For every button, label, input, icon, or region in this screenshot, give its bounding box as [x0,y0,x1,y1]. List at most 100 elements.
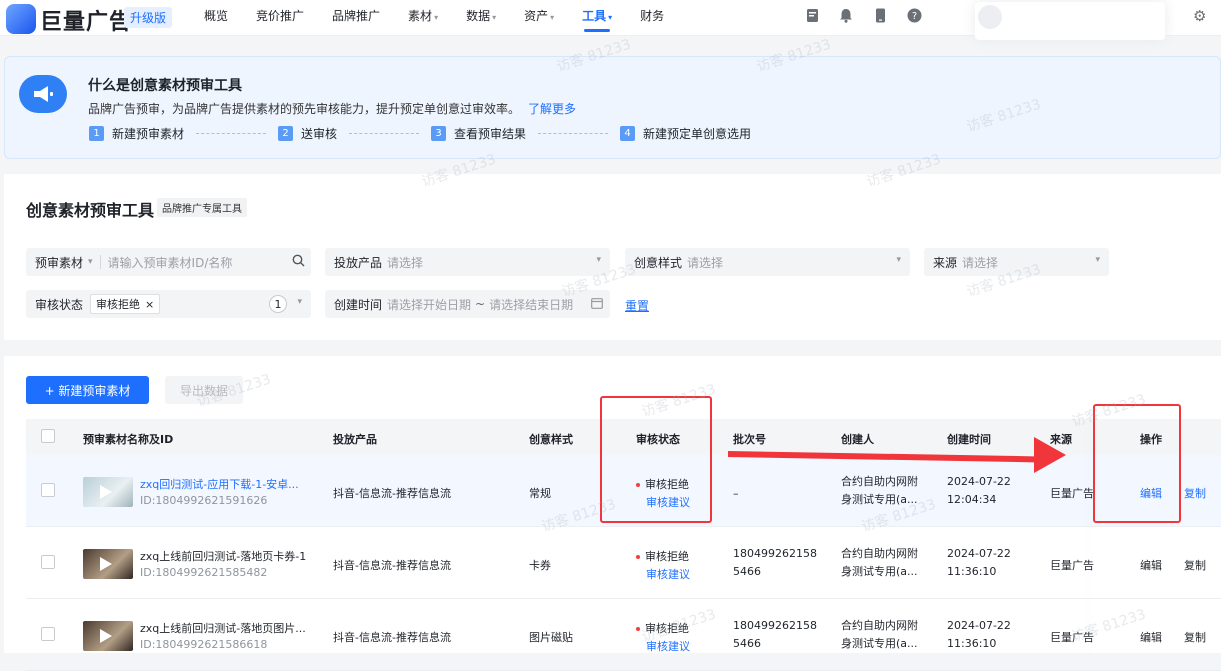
learn-more-link[interactable]: 了解更多 [528,102,576,116]
chevron-down-icon: ▾ [434,13,439,22]
created-time-cell: 2024-07-22 12:04:34 [947,473,1011,509]
banner-description: 品牌广告预审，为品牌广告提供素材的预先审核能力，提升预定单创意过审效率。 了解更多 [88,100,576,117]
copy-button[interactable]: 复制 [1184,485,1206,501]
select-all-checkbox[interactable] [41,429,55,443]
chevron-down-icon: ▾ [550,13,555,22]
search-type-select[interactable]: 预审素材 [35,254,83,271]
column-header: 创意样式 [529,433,573,446]
step-3: 3 查看预审结果 [431,125,526,142]
banner-desc-text: 品牌广告预审，为品牌广告提供素材的预先审核能力，提升预定单创意过审效率。 [88,102,521,116]
play-icon [100,557,112,571]
video-thumbnail[interactable] [83,477,133,507]
creator-cell: 合约自助内网附 身测试专用(a... [841,617,918,653]
style-cell: 常规 [529,487,551,500]
nav-bidding[interactable]: 竞价推广 [256,7,304,24]
copy-button[interactable]: 复制 [1184,629,1206,645]
status-chip[interactable]: 审核拒绝 × [90,294,161,314]
settings-gear-icon[interactable]: ⚙ [1193,7,1206,25]
material-name-link[interactable]: zxq回归测试-应用下载-1-安卓... [140,476,310,492]
export-button[interactable]: 导出数据 [165,376,243,404]
nav-overview[interactable]: 概览 [204,7,228,24]
date-separator: ~ [475,297,486,311]
start-date-placeholder[interactable]: 请选择开始日期 [387,296,471,313]
material-name-link[interactable]: zxq上线前回归测试-落地页图片... [140,620,310,636]
batch-cell: 180499262158 5466 [733,617,817,653]
source-select[interactable]: 来源 请选择 ▾ [924,248,1109,276]
upgrade-badge[interactable]: 升级版 [124,7,173,28]
material-id: ID:1804992621591626 [140,494,268,507]
step-divider [349,133,420,134]
top-icon-group: ? [804,7,922,23]
reject-dot-icon [636,555,640,559]
status-highlight-box [600,396,712,523]
close-icon[interactable]: × [145,298,154,311]
nav-tools[interactable]: 工具 ▾ [582,7,613,32]
page-title: 创意素材预审工具 [26,201,155,220]
nav-material[interactable]: 素材 ▾ [408,7,438,24]
step-label: 查看预审结果 [454,127,527,141]
date-range-picker[interactable]: 创建时间 请选择开始日期 ~ 请选择结束日期 [325,290,610,318]
filter-label: 审核状态 [35,297,84,312]
date-line: 2024-07-22 [947,475,1011,488]
copy-button[interactable]: 复制 [1184,557,1206,573]
page-tag: 品牌推广专属工具 [157,198,247,217]
table-row: zxq上线前回归测试-落地页图片... ID:1804992621586618 … [26,599,1221,671]
video-thumbnail[interactable] [83,621,133,651]
review-suggestion-link[interactable]: 审核建议 [646,566,690,582]
avatar[interactable] [978,5,1002,29]
divider [99,255,101,269]
material-id: ID:1804992621585482 [140,566,268,579]
step-number: 3 [431,126,447,141]
review-suggestion-link[interactable]: 审核建议 [646,638,690,654]
step-divider [538,133,609,134]
edit-button[interactable]: 编辑 [1140,557,1162,573]
end-date-placeholder[interactable]: 请选择结束日期 [489,296,573,313]
status-select[interactable]: 审核状态 审核拒绝 × 1 ▾ [26,290,311,318]
time-line: 11:36:10 [947,565,997,578]
filter-label: 投放产品 [334,255,383,270]
created-time-cell: 2024-07-22 11:36:10 [947,545,1011,581]
bell-icon[interactable] [838,7,854,23]
reject-dot-icon [636,627,640,631]
nav-brand[interactable]: 品牌推广 [332,7,380,24]
product-select[interactable]: 投放产品 请选择 ▾ [325,248,610,276]
style-select[interactable]: 创意样式 请选择 ▾ [625,248,910,276]
help-icon[interactable]: ? [906,7,922,23]
status-cell: 审核拒绝 [636,620,689,636]
new-material-button[interactable]: + 新建预审素材 [26,376,149,404]
process-steps: 1 新建预审素材 2 送审核 3 查看预审结果 4 新建预定单创意选用 [89,125,751,142]
material-name-link[interactable]: zxq上线前回归测试-落地页卡券-1 [140,548,310,564]
batch-line: 180499262158 [733,547,817,560]
selected-count-badge: 1 [269,295,287,313]
book-icon[interactable] [804,7,820,23]
creator-line: 合约自助内网附 [841,619,918,632]
chip-label: 审核拒绝 [96,298,141,311]
nav-finance[interactable]: 财务 [640,7,664,24]
account-area[interactable] [975,2,1165,40]
style-cell: 卡券 [529,559,551,572]
brand-name[interactable]: 巨量广告 [40,4,132,36]
chevron-down-icon: ▾ [608,13,613,22]
edit-button[interactable]: 编辑 [1140,629,1162,645]
material-search-input[interactable]: 预审素材 ▾ 请输入预审素材ID/名称 [26,248,311,276]
status-cell: 审核拒绝 [636,548,689,564]
chevron-down-icon: ▾ [896,255,901,265]
step-label: 新建预定单创意选用 [643,127,752,141]
phone-icon[interactable] [872,7,888,23]
reset-link[interactable]: 重置 [625,297,649,314]
chevron-down-icon: ▾ [596,255,601,265]
search-icon[interactable] [292,254,305,270]
video-thumbnail[interactable] [83,549,133,579]
row-checkbox[interactable] [41,627,55,641]
nav-assets[interactable]: 资产 ▾ [524,7,554,24]
step-number: 4 [620,126,636,141]
date-line: 2024-07-22 [947,547,1011,560]
batch-line: 5466 [733,565,761,578]
row-checkbox[interactable] [41,555,55,569]
creator-line: 身测试专用(a... [841,493,918,506]
status-text: 审核拒绝 [645,550,689,563]
top-nav-bar: 巨量广告 升级版 概览 竞价推广 品牌推广 素材 ▾ 数据 ▾ 资产 ▾ 工具 ▾ 财务… [0,0,1221,40]
column-header: 创建人 [841,433,874,446]
nav-data[interactable]: 数据 ▾ [466,7,496,24]
row-checkbox[interactable] [41,483,55,497]
